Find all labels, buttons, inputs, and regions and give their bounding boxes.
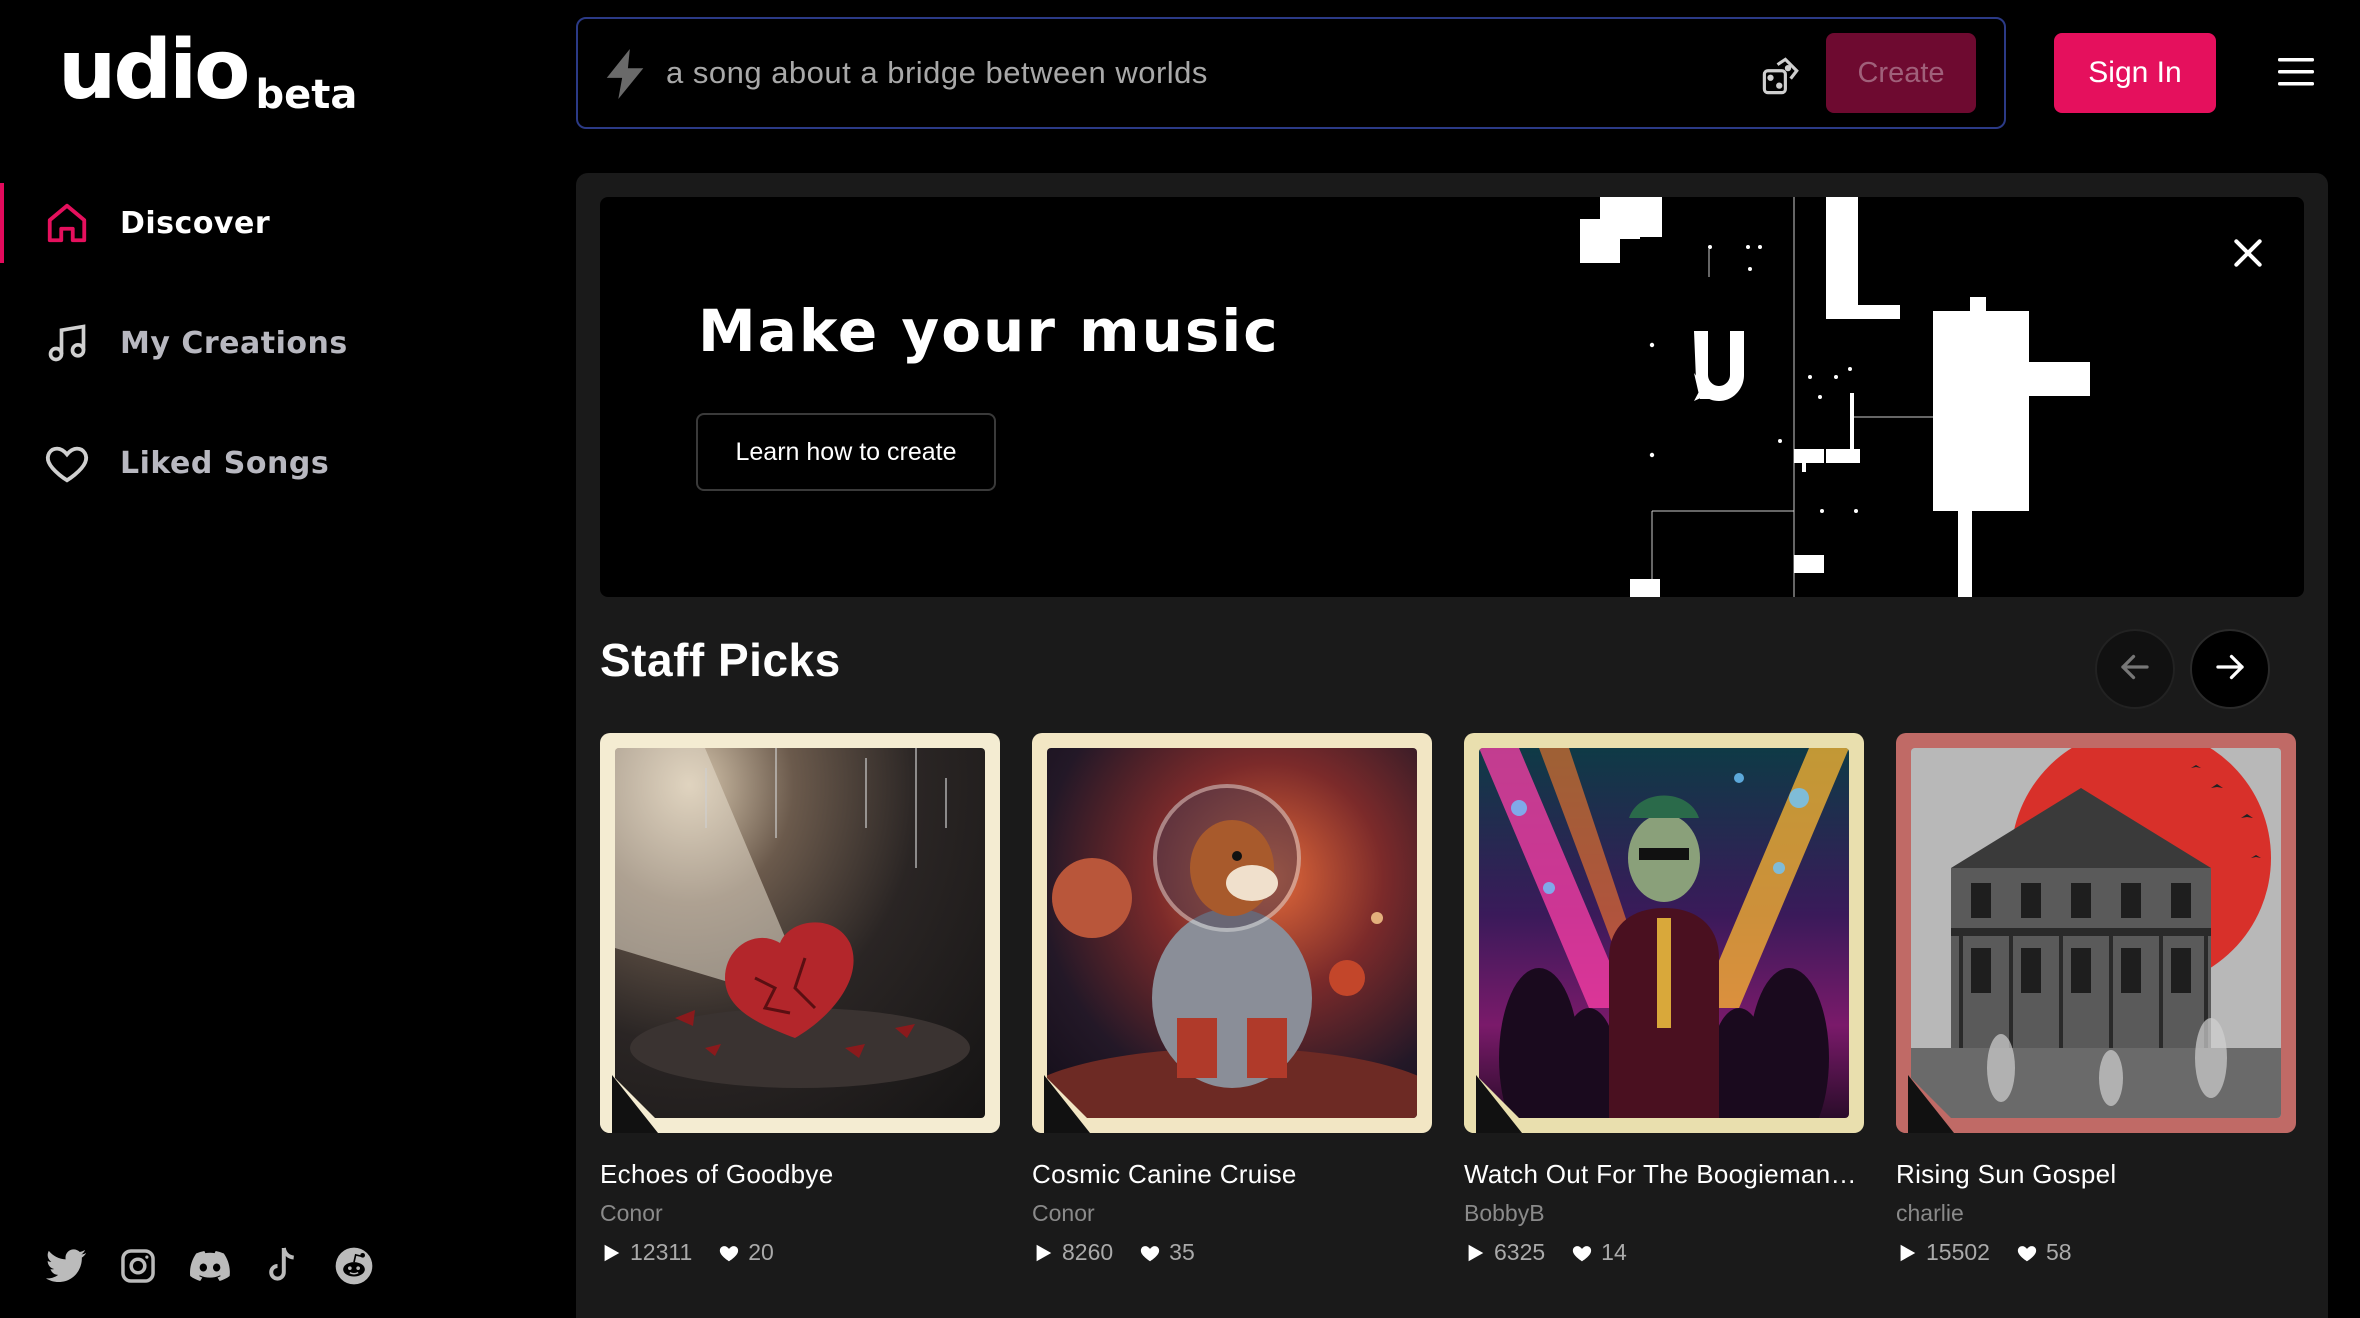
corner-fold-icon: [1032, 1063, 1102, 1133]
reddit-icon[interactable]: [334, 1246, 374, 1286]
corner-fold-icon: [600, 1063, 670, 1133]
dice-icon[interactable]: [1760, 55, 1802, 97]
like-count: 58: [2045, 1239, 2072, 1265]
arrow-right-icon: [2212, 649, 2248, 689]
discord-icon[interactable]: [190, 1246, 230, 1286]
play-icon: [1032, 1242, 1054, 1264]
section-title-staff-picks: Staff Picks: [600, 634, 841, 686]
heart-icon[interactable]: [1571, 1242, 1593, 1264]
corner-fold-icon: [1896, 1063, 1966, 1133]
instagram-icon[interactable]: [118, 1246, 158, 1286]
social-links: [46, 1246, 374, 1286]
create-button[interactable]: Create: [1826, 33, 1976, 113]
play-count: 12311: [630, 1239, 693, 1265]
play-icon: [1464, 1242, 1486, 1264]
song-artist[interactable]: charlie: [1896, 1200, 2296, 1227]
song-title[interactable]: Cosmic Canine Cruise: [1032, 1159, 1432, 1190]
sidebar-item-label: My Creations: [120, 325, 348, 361]
song-cover[interactable]: [1464, 733, 1864, 1133]
song-card[interactable]: Watch Out For The Boogieman, ... BobbyB …: [1464, 733, 1864, 1266]
music-note-icon: [42, 318, 92, 368]
like-count: 20: [748, 1239, 774, 1265]
home-icon: [42, 198, 92, 248]
song-cover[interactable]: [1032, 733, 1432, 1133]
song-cover[interactable]: [600, 733, 1000, 1133]
sidebar: udio beta Discover My Creations Liked So…: [0, 0, 560, 1318]
song-stats: 8260 35: [1032, 1239, 1432, 1266]
heart-icon[interactable]: [2016, 1242, 2038, 1264]
lightning-icon: [602, 49, 650, 99]
play-icon: [600, 1242, 622, 1264]
prompt-input[interactable]: [666, 47, 1716, 99]
play-count: 15502: [1926, 1239, 1990, 1265]
sidebar-item-my-creations[interactable]: My Creations: [0, 303, 560, 383]
play-count: 6325: [1494, 1239, 1546, 1265]
song-stats: 12311 20: [600, 1239, 1000, 1266]
song-card[interactable]: Cosmic Canine Cruise Conor 8260 35: [1032, 733, 1432, 1266]
heart-icon[interactable]: [718, 1242, 740, 1264]
close-icon[interactable]: [2228, 233, 2268, 273]
like-count: 35: [1169, 1239, 1195, 1265]
sidebar-item-label: Liked Songs: [120, 445, 330, 481]
song-card[interactable]: Echoes of Goodbye Conor 12311 20: [600, 733, 1000, 1266]
play-count: 8260: [1062, 1239, 1114, 1265]
song-title[interactable]: Rising Sun Gospel: [1896, 1159, 2296, 1190]
main-panel: Make your music Learn how to create Staf…: [576, 173, 2328, 1318]
like-count: 14: [1601, 1239, 1627, 1265]
arrow-left-icon: [2117, 649, 2153, 689]
song-title[interactable]: Watch Out For The Boogieman, ...: [1464, 1159, 1864, 1190]
hamburger-menu-icon[interactable]: [2278, 57, 2314, 87]
song-card[interactable]: Rising Sun Gospel charlie 15502 58: [1896, 733, 2296, 1266]
tiktok-icon[interactable]: [262, 1246, 302, 1286]
corner-fold-icon: [1464, 1063, 1534, 1133]
song-artist[interactable]: BobbyB: [1464, 1200, 1864, 1227]
learn-how-to-create-button[interactable]: Learn how to create: [696, 413, 996, 491]
hero-pixel-art: [1580, 197, 2090, 597]
song-stats: 15502 58: [1896, 1239, 2296, 1266]
song-artist[interactable]: Conor: [600, 1200, 1000, 1227]
twitter-icon[interactable]: [46, 1246, 86, 1286]
song-cover[interactable]: [1896, 733, 2296, 1133]
heart-icon: [42, 438, 92, 488]
play-icon: [1896, 1242, 1918, 1264]
sidebar-item-label: Discover: [120, 205, 271, 241]
logo-badge: beta: [255, 72, 358, 118]
logo-text: udio: [58, 23, 251, 118]
sidebar-nav: Discover My Creations Liked Songs: [0, 183, 560, 543]
hero-banner: Make your music Learn how to create: [600, 197, 2304, 597]
song-stats: 6325 14: [1464, 1239, 1864, 1266]
carousel-next-button[interactable]: [2190, 629, 2270, 709]
song-artist[interactable]: Conor: [1032, 1200, 1432, 1227]
heart-icon[interactable]: [1139, 1242, 1161, 1264]
song-title[interactable]: Echoes of Goodbye: [600, 1159, 1000, 1190]
carousel-prev-button[interactable]: [2095, 629, 2175, 709]
prompt-bar: Create: [576, 17, 2006, 129]
sign-in-button[interactable]: Sign In: [2054, 33, 2216, 113]
sidebar-item-discover[interactable]: Discover: [0, 183, 560, 263]
sidebar-item-liked-songs[interactable]: Liked Songs: [0, 423, 560, 503]
logo[interactable]: udio beta: [58, 23, 357, 119]
hero-title: Make your music: [698, 297, 1280, 365]
